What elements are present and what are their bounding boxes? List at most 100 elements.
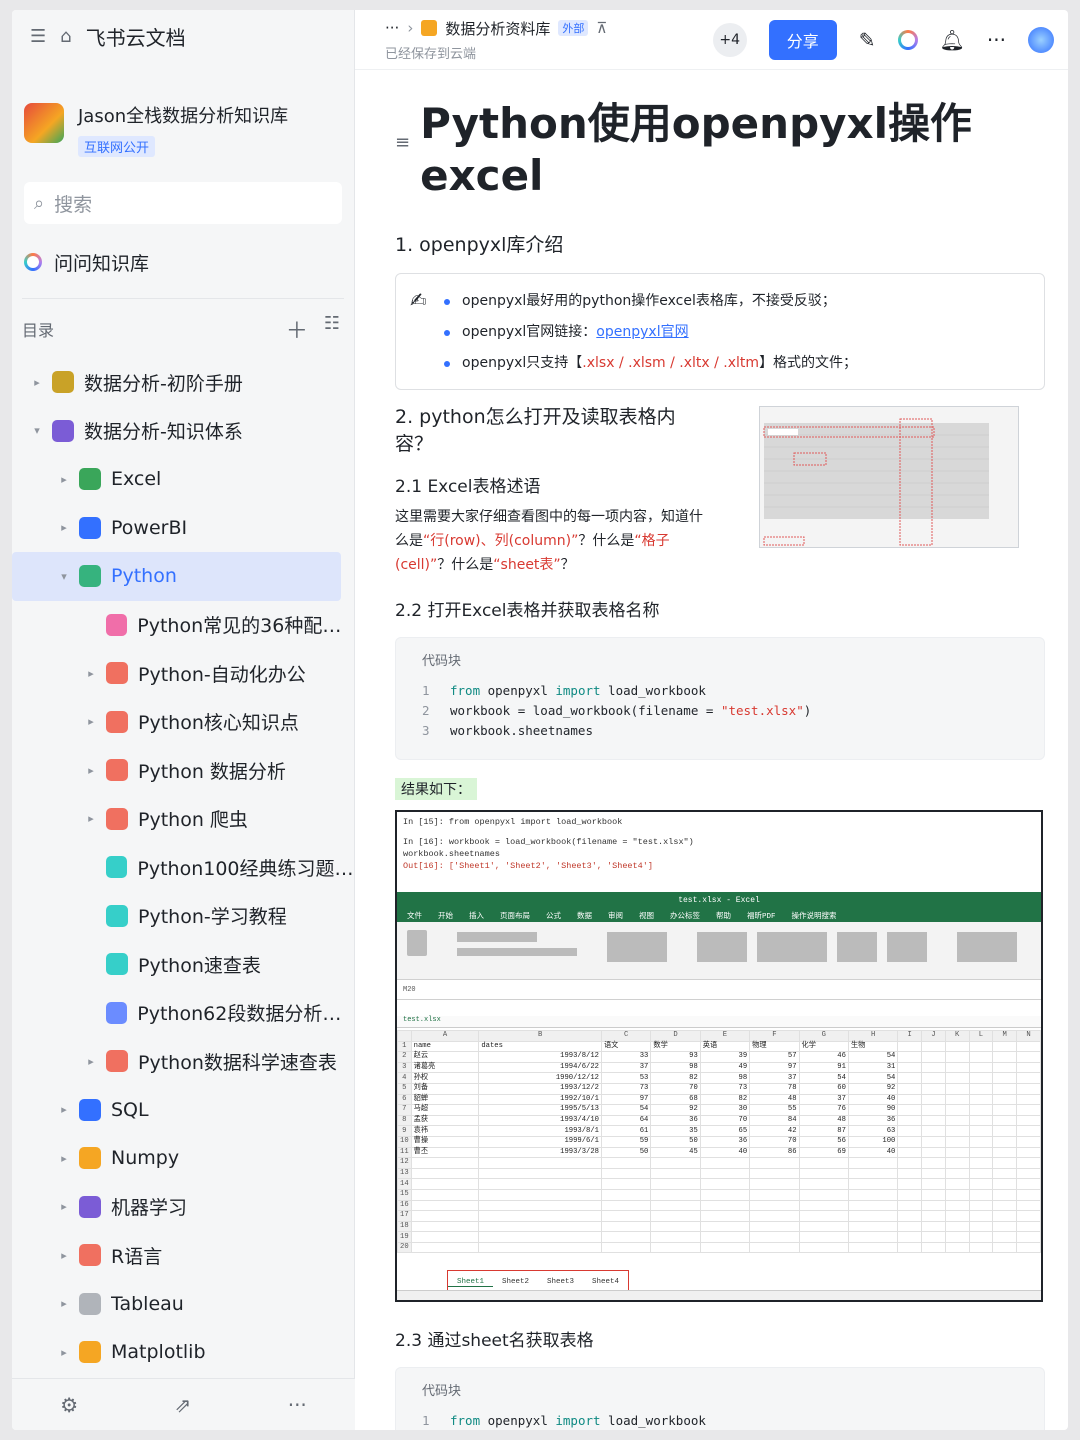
grid-cell[interactable]: 98 (650, 1061, 701, 1074)
column-header[interactable]: J (921, 1030, 946, 1042)
grid-cell[interactable] (749, 1167, 800, 1180)
grid-cell[interactable]: 1990/12/12 (478, 1072, 602, 1084)
expand-arrow-icon[interactable]: ▸ (57, 1200, 71, 1213)
excel-menu-item[interactable]: 公式 (546, 910, 561, 921)
grid-cell[interactable] (897, 1146, 923, 1159)
grid-cell[interactable] (968, 1178, 994, 1190)
grid-cell[interactable] (944, 1241, 970, 1254)
excel-menu-item[interactable]: 福昕PDF (747, 910, 776, 921)
share-button[interactable]: 分享 (768, 19, 837, 60)
grid-cell[interactable] (944, 1135, 970, 1148)
grid-cell[interactable] (1016, 1210, 1041, 1222)
grid-cell[interactable] (410, 1210, 480, 1222)
expand-arrow-icon[interactable]: ▾ (57, 570, 71, 583)
grid-cell[interactable] (992, 1104, 1018, 1116)
grid-cell[interactable] (749, 1241, 800, 1254)
grid-cell[interactable] (921, 1167, 946, 1180)
grid-cell[interactable] (699, 1231, 751, 1243)
sidebar-item[interactable]: ▾ 数据分析-知识体系 (12, 407, 355, 456)
sidebar-item[interactable]: ▸ Numpy (12, 1134, 355, 1183)
grid-cell[interactable] (944, 1178, 970, 1190)
grid-cell[interactable] (650, 1210, 701, 1222)
grid-cell[interactable] (992, 1157, 1018, 1169)
ai-assistant-icon[interactable] (898, 30, 918, 50)
grid-cell[interactable] (897, 1114, 923, 1127)
grid-cell[interactable]: 63 (847, 1125, 899, 1137)
excel-menu-item[interactable]: 插入 (469, 910, 484, 921)
grid-cell[interactable] (749, 1178, 800, 1190)
grid-cell[interactable] (600, 1178, 652, 1190)
grid-cell[interactable] (944, 1167, 970, 1180)
excel-menu-item[interactable]: 文件 (407, 910, 422, 921)
grid-cell[interactable] (1016, 1231, 1041, 1243)
expand-arrow-icon[interactable]: ▸ (30, 376, 44, 389)
grid-cell[interactable] (410, 1231, 480, 1243)
grid-cell[interactable]: 36 (847, 1114, 899, 1127)
grid-cell[interactable] (921, 1072, 946, 1084)
grid-cell[interactable]: 曹丕 (410, 1146, 480, 1159)
search-input[interactable]: ⌕ 搜索 (24, 182, 342, 224)
grid-cell[interactable]: 97 (749, 1061, 800, 1074)
grid-cell[interactable] (650, 1199, 701, 1212)
grid-cell[interactable] (1016, 1051, 1041, 1063)
grid-cell[interactable]: dates (478, 1040, 602, 1053)
grid-cell[interactable] (798, 1199, 849, 1212)
grid-cell[interactable] (992, 1220, 1018, 1233)
grid-cell[interactable] (600, 1188, 652, 1201)
grid-cell[interactable]: 82 (650, 1072, 701, 1084)
grid-cell[interactable] (944, 1093, 970, 1106)
sidebar-item[interactable]: ▸ Tableau (12, 1280, 355, 1329)
grid-cell[interactable]: 92 (650, 1104, 701, 1116)
grid-cell[interactable] (847, 1167, 899, 1180)
excel-menu-item[interactable]: 数据 (577, 910, 592, 921)
grid-cell[interactable] (968, 1188, 994, 1201)
expand-arrow-icon[interactable]: ▸ (84, 764, 98, 777)
grid-cell[interactable] (921, 1146, 946, 1159)
grid-cell[interactable] (992, 1082, 1018, 1095)
grid-cell[interactable]: 马超 (410, 1104, 480, 1116)
grid-cell[interactable] (478, 1241, 602, 1254)
grid-cell[interactable] (600, 1199, 652, 1212)
excel-menu-item[interactable]: 页面布局 (500, 910, 530, 921)
grid-cell[interactable] (699, 1157, 751, 1169)
grid-cell[interactable] (650, 1241, 701, 1254)
grid-cell[interactable]: 化学 (798, 1040, 849, 1053)
grid-cell[interactable]: 1993/12/2 (478, 1082, 602, 1095)
excel-menu-item[interactable]: 视图 (639, 910, 654, 921)
grid-cell[interactable]: 87 (798, 1125, 849, 1137)
grid-cell[interactable] (968, 1220, 994, 1233)
grid-cell[interactable] (650, 1220, 701, 1233)
grid-cell[interactable] (992, 1167, 1018, 1180)
grid-cell[interactable] (699, 1199, 751, 1212)
grid-cell[interactable] (798, 1157, 849, 1169)
column-header[interactable]: A (410, 1030, 480, 1042)
grid-cell[interactable] (410, 1157, 480, 1169)
grid-cell[interactable] (968, 1051, 994, 1063)
grid-cell[interactable] (897, 1188, 923, 1201)
grid-cell[interactable] (1016, 1199, 1041, 1212)
grid-cell[interactable] (992, 1241, 1018, 1254)
grid-cell[interactable] (921, 1210, 946, 1222)
grid-cell[interactable] (650, 1157, 701, 1169)
grid-cell[interactable]: 曹操 (410, 1135, 480, 1148)
grid-cell[interactable]: 数学 (650, 1040, 701, 1053)
grid-cell[interactable] (1016, 1241, 1041, 1254)
spreadsheet-grid[interactable]: A B C D E F G H I J K L M N 1 name dates 语文 数学 英语 物理 化学 生物 2 赵云 1… (397, 1030, 1041, 1270)
grid-cell[interactable] (968, 1104, 994, 1116)
code-block-1[interactable]: 代码块 1 from openpyxl import load_workbook 2… (395, 637, 1045, 760)
grid-cell[interactable]: 64 (600, 1114, 652, 1127)
grid-cell[interactable] (944, 1231, 970, 1243)
grid-cell[interactable] (798, 1231, 849, 1243)
grid-cell[interactable]: 91 (798, 1061, 849, 1074)
grid-cell[interactable]: 37 (600, 1061, 652, 1074)
code-block-2[interactable]: 代码块 1from openpyxl import load_workbook2… (395, 1367, 1045, 1430)
breadcrumb-title[interactable]: 数据分析资料库 (445, 18, 550, 39)
grid-cell[interactable]: 55 (749, 1104, 800, 1116)
grid-cell[interactable]: 孟获 (410, 1114, 480, 1127)
grid-cell[interactable] (478, 1199, 602, 1212)
sidebar-item[interactable]: ▸ Python数据科学速查表 (12, 1037, 355, 1086)
grid-cell[interactable] (650, 1188, 701, 1201)
grid-cell[interactable] (968, 1135, 994, 1148)
grid-cell[interactable]: 90 (847, 1104, 899, 1116)
sidebar-item[interactable]: ▸ Excel (12, 455, 355, 504)
